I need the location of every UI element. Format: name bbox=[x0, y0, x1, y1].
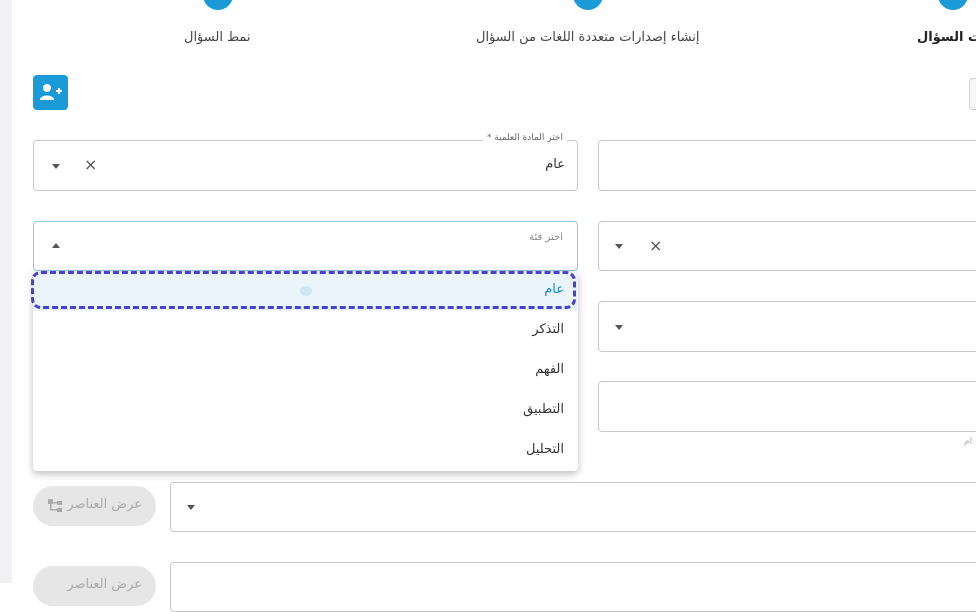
category-option-apply[interactable]: التطبيق bbox=[33, 391, 578, 431]
add-user-button[interactable] bbox=[33, 75, 68, 110]
elements-select[interactable] bbox=[170, 482, 976, 532]
subject-select-label: اختر المادة العلمية * bbox=[482, 133, 567, 143]
category-dropdown-list: عام التذكر الفهم التطبيق التحليل bbox=[31, 271, 578, 471]
view-elements-button[interactable]: عرض العناصر bbox=[33, 486, 156, 526]
step-label-question-settings[interactable]: ت السؤال bbox=[917, 30, 976, 45]
chevron-down-icon[interactable] bbox=[187, 505, 195, 510]
chevron-down-icon[interactable] bbox=[52, 164, 60, 169]
subject-select-value: عام bbox=[545, 157, 565, 172]
step-indicator-2[interactable] bbox=[573, 0, 603, 10]
focus-ring bbox=[31, 271, 576, 309]
category-option-analyze[interactable]: التحليل bbox=[33, 431, 578, 471]
helper-text-partial: ام bbox=[964, 437, 973, 447]
chevron-down-icon[interactable] bbox=[615, 325, 623, 330]
step-label-multilingual[interactable]: إنشاء إصدارات متعددة اللغات من السؤال bbox=[476, 30, 700, 45]
subject-select[interactable]: اختر المادة العلمية * عام × bbox=[33, 133, 578, 191]
chevron-up-icon[interactable] bbox=[52, 243, 60, 248]
category-select-placeholder: اختر فئة bbox=[529, 232, 563, 243]
step-indicator-1[interactable] bbox=[203, 0, 233, 10]
view-elements-button-2[interactable]: عرض العناصر bbox=[33, 566, 156, 606]
chevron-down-icon[interactable] bbox=[615, 244, 623, 249]
right-text-field-2[interactable] bbox=[598, 381, 976, 432]
hierarchy-icon bbox=[48, 499, 62, 512]
left-scroll-strip bbox=[0, 0, 12, 583]
category-option-understand[interactable]: الفهم bbox=[33, 351, 578, 391]
step-label-question-type[interactable]: نمط السؤال bbox=[184, 30, 251, 45]
category-option-remember[interactable]: التذكر bbox=[33, 311, 578, 351]
right-select-field-2[interactable] bbox=[598, 301, 976, 352]
right-select-field-1[interactable]: × bbox=[598, 221, 976, 271]
right-text-field-1[interactable] bbox=[598, 140, 976, 191]
add-user-icon bbox=[40, 84, 62, 100]
toolbar-button-partial[interactable] bbox=[969, 78, 976, 110]
clear-icon[interactable]: × bbox=[649, 238, 662, 254]
elements-select-2[interactable] bbox=[170, 562, 976, 612]
category-option-general[interactable]: عام bbox=[31, 271, 578, 311]
category-select[interactable]: اختر فئة bbox=[33, 221, 578, 271]
clear-icon[interactable]: × bbox=[84, 157, 97, 173]
step-indicator-3[interactable] bbox=[938, 0, 968, 10]
